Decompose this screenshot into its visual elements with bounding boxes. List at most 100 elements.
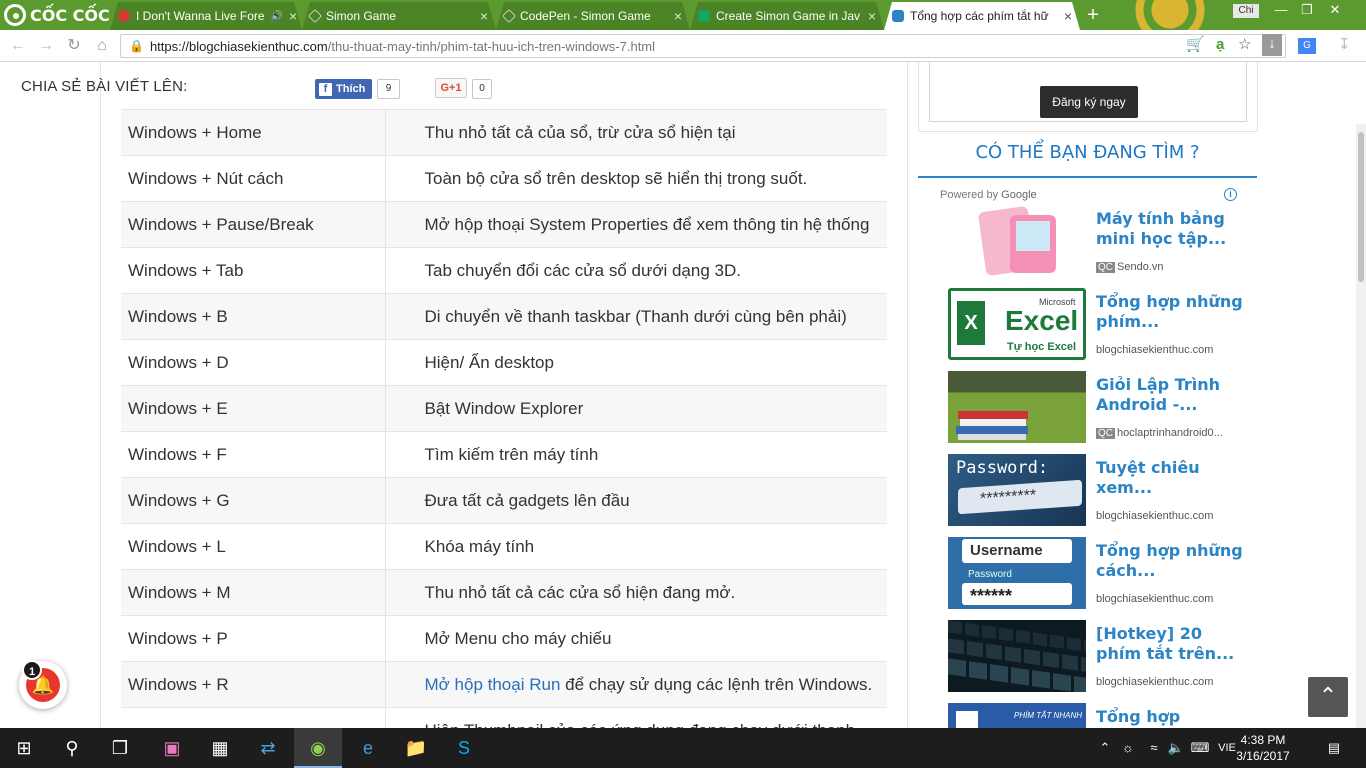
tray-chevron-icon[interactable]: ⌃ bbox=[1096, 728, 1114, 768]
close-icon[interactable]: × bbox=[289, 8, 297, 24]
facebook-like-button[interactable]: f Thích bbox=[315, 79, 372, 99]
close-icon[interactable]: × bbox=[1064, 8, 1072, 24]
restore-icon[interactable]: ❐ bbox=[1294, 0, 1320, 22]
shortcut-key: Windows + Tab bbox=[121, 247, 386, 294]
gplus-button[interactable]: G+1 bbox=[435, 78, 467, 98]
powered-text: Powered by bbox=[940, 189, 999, 201]
gplus-count: 0 bbox=[472, 79, 492, 99]
related-item[interactable]: Máy tính bảng mini học tập... QC Sendo.vn bbox=[948, 205, 1248, 281]
action-center-icon[interactable]: ▤ bbox=[1322, 728, 1346, 768]
task-view-icon[interactable]: ❐ bbox=[96, 728, 144, 768]
related-item-title[interactable]: [Hotkey] 20 phím tắt trên... bbox=[1096, 624, 1246, 664]
table-row: Windows + Nút cách Toàn bộ cửa sổ trên de… bbox=[121, 155, 887, 202]
intellij-icon[interactable]: ▣ bbox=[148, 728, 196, 768]
windows-start-icon[interactable]: ⊞ bbox=[0, 728, 48, 768]
keyboard-icon[interactable]: ⌨ bbox=[1190, 728, 1210, 768]
table-row: Windows + D Hiện/ Ẩn desktop bbox=[121, 339, 887, 386]
related-item[interactable]: Username Password ****** Tổng hợp những … bbox=[948, 537, 1248, 613]
related-item[interactable]: Password: ********* Tuyệt chiêu xem... b… bbox=[948, 454, 1248, 530]
browser-tabstrip: CỐC CỐC I Don't Wanna Live Fore 🔊 × Simo… bbox=[0, 0, 1366, 30]
keyboard-thumbnail bbox=[948, 620, 1086, 692]
dictionary-icon[interactable]: ạ bbox=[1216, 35, 1224, 55]
tray-app-icon[interactable]: ☼ bbox=[1118, 728, 1138, 768]
profile-button[interactable]: Chi bbox=[1233, 4, 1259, 18]
register-button[interactable]: Đăng ký ngay bbox=[1040, 86, 1138, 118]
volume-icon[interactable]: 🔈 bbox=[1166, 728, 1186, 768]
excel-thumbnail: X Microsoft Excel Tự học Excel bbox=[948, 288, 1086, 360]
teamviewer-icon[interactable]: ⇄ bbox=[244, 728, 292, 768]
minimize-icon[interactable]: — bbox=[1268, 0, 1294, 22]
shortcut-description: Tìm kiếm trên máy tính bbox=[385, 431, 887, 478]
related-item-title[interactable]: Tổng hợp những cách... bbox=[1096, 541, 1246, 581]
shortcut-description: Di chuyển về thanh taskbar (Thanh dưới c… bbox=[385, 293, 887, 340]
reload-icon[interactable]: ↻ bbox=[64, 36, 84, 56]
tab-title: Tổng hợp các phím tắt hữ bbox=[910, 9, 1049, 23]
table-row: Windows + R Mở hộp thoại Run để chạy sử d… bbox=[121, 661, 887, 708]
related-item-source: blogchiasekienthuc.com bbox=[1096, 510, 1214, 522]
cart-icon[interactable]: 🛒 bbox=[1186, 35, 1205, 55]
related-heading: CÓ THỂ BẠN ĐANG TÌM ? bbox=[975, 142, 1200, 163]
download-icon[interactable]: ↓ bbox=[1262, 34, 1282, 56]
shortcut-description: Đưa tất cả gadgets lên đầu bbox=[385, 477, 887, 524]
edge-icon[interactable]: e bbox=[344, 728, 392, 768]
close-icon[interactable]: × bbox=[480, 8, 488, 24]
related-item-title[interactable]: Tổng hợp những phím... bbox=[1096, 292, 1246, 332]
tab-codepen[interactable]: CodePen - Simon Game × bbox=[496, 2, 690, 30]
translate-icon[interactable]: G bbox=[1298, 38, 1316, 54]
codepen-icon bbox=[308, 9, 322, 23]
system-clock[interactable]: 4:38 PM 3/16/2017 bbox=[1228, 732, 1298, 764]
shortcut-key: Windows + B bbox=[121, 293, 386, 340]
tab-simon-game[interactable]: Simon Game × bbox=[302, 2, 496, 30]
shortcut-key: Windows + G bbox=[121, 477, 386, 524]
related-item[interactable]: PHÍM TẮT NHANH Tổng hợp bbox=[948, 703, 1248, 728]
new-tab-button[interactable]: + bbox=[1082, 4, 1104, 26]
shortcut-key: Windows + Home bbox=[121, 109, 386, 156]
related-item[interactable]: [Hotkey] 20 phím tắt trên... blogchiasek… bbox=[948, 620, 1248, 696]
back-arrow-icon[interactable]: ← bbox=[8, 36, 28, 56]
shortcut-key bbox=[121, 707, 386, 728]
store-icon[interactable]: ▦ bbox=[196, 728, 244, 768]
search-icon[interactable]: ⚲ bbox=[48, 728, 96, 768]
shortcut-description: Hiện Thumbnail của các ứng dụng đang chạ… bbox=[385, 707, 887, 728]
table-row: Windows + M Thu nhỏ tất cả các cửa sổ hiệ… bbox=[121, 569, 887, 616]
ad-info-icon[interactable]: i bbox=[1224, 188, 1237, 201]
fb-like-label: Thích bbox=[336, 83, 366, 95]
tab-shortcuts-active[interactable]: Tổng hợp các phím tắt hữ × bbox=[884, 2, 1080, 30]
shortcut-key: Windows + Nút cách bbox=[121, 155, 386, 202]
related-item-title[interactable]: Tổng hợp bbox=[1096, 707, 1246, 727]
related-item-title[interactable]: Tuyệt chiêu xem... bbox=[1096, 458, 1246, 498]
google-brand: Google bbox=[1001, 189, 1037, 201]
coccoc-logo[interactable]: CỐC CỐC bbox=[4, 3, 110, 27]
forward-arrow-icon[interactable]: → bbox=[36, 36, 56, 56]
clock-date: 3/16/2017 bbox=[1236, 749, 1290, 763]
related-item[interactable]: Giỏi Lập Trình Android -... QC hoclaptrin… bbox=[948, 371, 1248, 447]
coccoc-taskbar-icon[interactable]: ◉ bbox=[294, 728, 342, 768]
shortcut-key: Windows + R bbox=[121, 661, 386, 708]
file-explorer-icon[interactable]: 📁 bbox=[392, 728, 440, 768]
notification-bell[interactable]: 🔔 1 bbox=[19, 660, 67, 709]
wifi-icon[interactable]: ≈ bbox=[1144, 728, 1164, 768]
facebook-icon: f bbox=[319, 82, 332, 96]
tablet-thumbnail bbox=[952, 205, 1086, 277]
bookmark-star-icon[interactable]: ☆ bbox=[1238, 35, 1251, 55]
related-item-title[interactable]: Máy tính bảng mini học tập... bbox=[1096, 209, 1246, 249]
powered-by-google: Powered by Google bbox=[940, 189, 1037, 201]
close-icon[interactable]: × bbox=[674, 8, 682, 24]
speaker-icon[interactable]: 🔊 bbox=[271, 11, 283, 22]
run-dialog-link[interactable]: Mở hộp thoại Run bbox=[425, 675, 561, 694]
back-to-top-button[interactable]: ⌃ bbox=[1308, 677, 1348, 717]
close-icon[interactable]: × bbox=[868, 8, 876, 24]
page-scrollbar-thumb[interactable] bbox=[1358, 132, 1364, 282]
tab-create-simon[interactable]: Create Simon Game in Jav × bbox=[690, 2, 884, 30]
download-manager-icon[interactable]: ↧ bbox=[1338, 35, 1351, 55]
close-window-icon[interactable]: ✕ bbox=[1322, 0, 1348, 22]
shortcut-description: Mở hộp thoại Run để chạy sử dụng các lện… bbox=[385, 661, 887, 708]
tab-music[interactable]: I Don't Wanna Live Fore 🔊 × bbox=[110, 2, 302, 30]
related-item-title[interactable]: Giỏi Lập Trình Android -... bbox=[1096, 375, 1246, 415]
word-thumbnail: PHÍM TẮT NHANH bbox=[948, 703, 1086, 728]
related-item[interactable]: X Microsoft Excel Tự học Excel Tổng hợp … bbox=[948, 288, 1248, 364]
home-icon[interactable]: ⌂ bbox=[92, 36, 112, 56]
skype-icon[interactable]: S bbox=[440, 728, 488, 768]
password-thumbnail: Password: ********* bbox=[948, 454, 1086, 526]
address-bar[interactable]: 🔒 https://blogchiasekienthuc.com/thu-thu… bbox=[120, 34, 1286, 58]
